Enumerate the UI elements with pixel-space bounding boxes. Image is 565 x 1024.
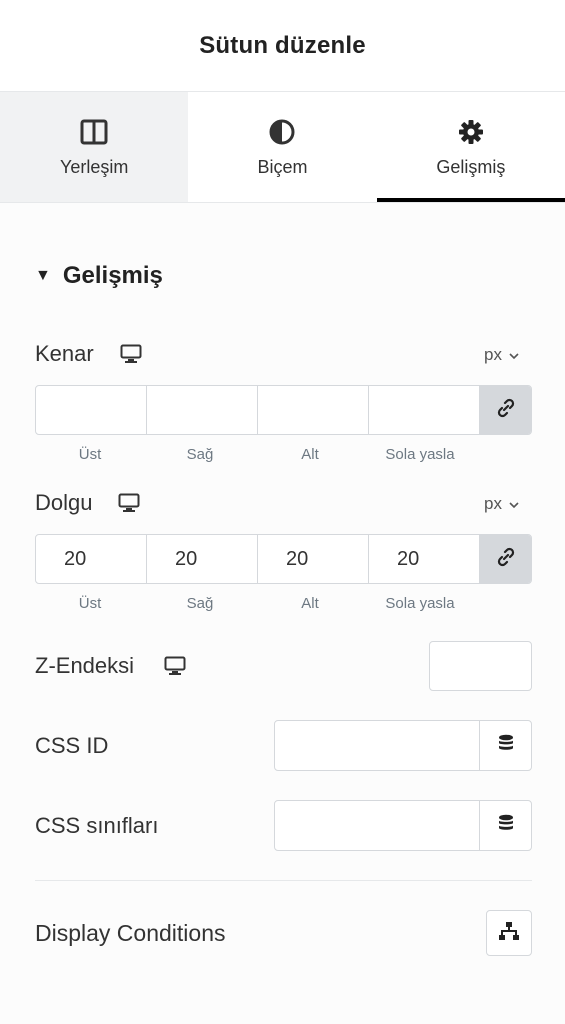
side-label-top: Üst <box>78 595 102 612</box>
chevron-down-icon <box>509 494 519 514</box>
margin-side-labels: Üst Sağ Alt Sola yasla <box>35 446 475 463</box>
margin-top-input[interactable] <box>36 386 147 434</box>
tab-bar: Yerleşim Biçem Gelişmiş <box>0 92 565 203</box>
tab-advanced[interactable]: Gelişmiş <box>376 92 565 202</box>
display-conditions-label-row: Display Conditions <box>35 920 225 947</box>
link-icon <box>496 398 516 423</box>
tab-layout[interactable]: Yerleşim <box>0 92 189 202</box>
desktop-icon[interactable] <box>118 493 140 513</box>
css-id-field <box>274 720 532 771</box>
tab-advanced-label: Gelişmiş <box>436 156 506 177</box>
side-label-bottom: Alt <box>301 446 319 463</box>
chevron-down-icon <box>509 345 519 365</box>
padding-inputs: 20 20 20 20 <box>35 534 532 584</box>
tab-style-label: Biçem <box>257 156 308 177</box>
padding-link-button[interactable] <box>480 535 531 583</box>
css-id-label-row: CSS ID <box>35 733 108 759</box>
css-classes-dynamic-button[interactable] <box>479 801 531 850</box>
section-toggle-advanced[interactable]: ▼ Gelişmiş <box>35 262 163 290</box>
css-classes-input[interactable] <box>275 801 479 850</box>
padding-unit-select[interactable]: px <box>484 494 519 514</box>
margin-inputs <box>35 385 532 435</box>
side-label-bottom: Alt <box>301 595 319 612</box>
padding-label: Dolgu <box>35 490 93 515</box>
margin-label: Kenar <box>35 341 94 366</box>
margin-left-input[interactable] <box>369 386 480 434</box>
css-id-label: CSS ID <box>35 733 109 758</box>
link-icon <box>496 547 516 572</box>
css-id-dynamic-button[interactable] <box>479 721 531 770</box>
padding-bottom-input[interactable]: 20 <box>258 535 369 583</box>
side-label-left: Sola yasla <box>385 595 455 612</box>
desktop-icon[interactable] <box>120 344 142 364</box>
margin-unit: px <box>484 345 502 364</box>
database-icon <box>498 734 514 757</box>
zindex-label: Z-Endeksi <box>35 653 135 678</box>
padding-right-input[interactable]: 20 <box>147 535 258 583</box>
columns-icon <box>79 117 109 147</box>
padding-unit: px <box>484 494 502 513</box>
margin-bottom-input[interactable] <box>258 386 369 434</box>
side-label-right: Sağ <box>186 446 214 463</box>
side-label-left: Sola yasla <box>385 446 455 463</box>
tab-layout-label: Yerleşim <box>59 156 129 177</box>
side-label-top: Üst <box>78 446 102 463</box>
css-classes-field <box>274 800 532 851</box>
tab-style[interactable]: Biçem <box>188 92 377 202</box>
css-id-input[interactable] <box>275 721 479 770</box>
sitemap-icon <box>498 921 520 946</box>
divider <box>35 880 532 881</box>
gear-icon <box>456 117 486 147</box>
display-conditions-label: Display Conditions <box>35 920 226 946</box>
page-title: Sütun düzenle <box>199 31 366 59</box>
margin-unit-select[interactable]: px <box>484 345 519 365</box>
display-conditions-button[interactable] <box>486 910 532 956</box>
contrast-icon <box>267 117 297 147</box>
panel-header: Sütun düzenle <box>0 0 565 92</box>
margin-label-row: Kenar <box>35 341 142 367</box>
caret-down-icon: ▼ <box>35 267 51 284</box>
database-icon <box>498 814 514 837</box>
css-classes-label-row: CSS sınıfları <box>35 813 158 839</box>
side-label-right: Sağ <box>186 595 214 612</box>
margin-right-input[interactable] <box>147 386 258 434</box>
padding-side-labels: Üst Sağ Alt Sola yasla <box>35 595 475 612</box>
zindex-input[interactable] <box>429 641 532 691</box>
section-title: Gelişmiş <box>62 262 163 289</box>
zindex-label-row: Z-Endeksi <box>35 653 186 679</box>
css-classes-label: CSS sınıfları <box>35 813 159 838</box>
desktop-icon[interactable] <box>164 656 186 676</box>
padding-top-input[interactable]: 20 <box>36 535 147 583</box>
padding-label-row: Dolgu <box>35 490 140 516</box>
padding-left-input[interactable]: 20 <box>369 535 480 583</box>
margin-link-button[interactable] <box>480 386 531 434</box>
